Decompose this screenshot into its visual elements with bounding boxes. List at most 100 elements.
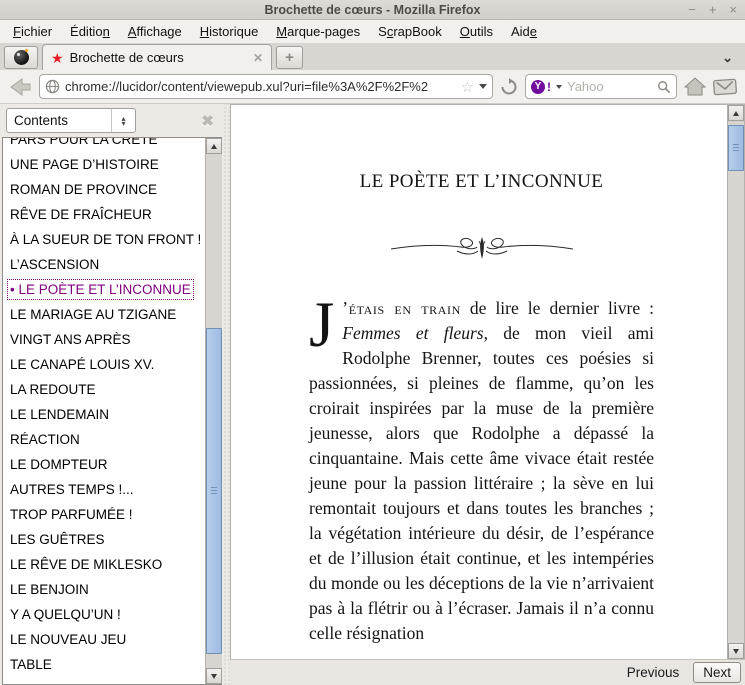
search-icon[interactable] [657, 80, 671, 94]
toc-row: LE BENJOIN [8, 577, 205, 602]
menu-item[interactable]: Historique [191, 21, 268, 42]
maximize-button[interactable]: + [709, 0, 717, 20]
toc-item[interactable]: LE NOUVEAU JEU [8, 630, 128, 649]
search-placeholder[interactable]: Yahoo [567, 79, 652, 94]
mail-notifier-button[interactable] [713, 78, 737, 96]
close-button[interactable]: × [729, 0, 737, 20]
window-title: Brochette de cœurs - Mozilla Firefox [264, 2, 481, 17]
sidebar-scrollbar[interactable] [205, 138, 222, 684]
sidebar-scroll-down-icon[interactable] [206, 668, 222, 684]
new-tab-button[interactable]: + [276, 46, 303, 69]
list-all-tabs-icon[interactable]: ⌄ [722, 50, 741, 66]
paragraph-segment: , de mon vieil ami Rodolphe Brenner, tou… [309, 323, 654, 643]
toc-item[interactable]: Y A QUELQU’UN ! [8, 605, 123, 624]
url-text[interactable]: chrome://lucidor/content/viewepub.xul?ur… [65, 79, 456, 94]
search-engine-dropdown-icon[interactable] [556, 84, 562, 89]
toc-item[interactable]: • LE POÈTE ET L’INCONNUE [7, 279, 194, 300]
toc-item[interactable]: UNE PAGE D’HISTOIRE [8, 155, 161, 174]
tab-bar: ★ Brochette de cœurs ✕ + ⌄ [0, 43, 745, 70]
home-button[interactable] [684, 77, 706, 96]
url-bar[interactable]: chrome://lucidor/content/viewepub.xul?ur… [39, 74, 493, 99]
menu-item[interactable]: Outils [451, 21, 502, 42]
tab-close-icon[interactable]: ✕ [253, 51, 263, 65]
content-scroll-down-icon[interactable] [728, 643, 744, 659]
menu-item[interactable]: ScrapBook [369, 21, 451, 42]
firefox-window: Brochette de cœurs - Mozilla Firefox − +… [0, 0, 745, 685]
url-dropdown-icon[interactable] [479, 84, 487, 89]
toc-list: PARS POUR LA CRÈTE UNE PAGE D’HISTOIRE R… [2, 137, 222, 685]
toc-row: LE RÊVE DE MIKLESKO [8, 552, 205, 577]
content-scrollbar[interactable] [727, 105, 744, 659]
toc-item[interactable]: L’ASCENSION [8, 255, 101, 274]
lead-smallcaps: ’étais en train [342, 298, 461, 318]
globe-icon [45, 79, 60, 94]
toc-row: À LA SUEUR DE TON FRONT ! [8, 227, 205, 252]
content-scrollbar-thumb[interactable] [728, 125, 744, 171]
minimize-button[interactable]: − [688, 0, 696, 20]
toc-item[interactable]: LE DOMPTEUR [8, 455, 110, 474]
menu-item[interactable]: Aide [502, 21, 546, 42]
toc-item[interactable]: ROMAN DE PROVINCE [8, 180, 159, 199]
toc-item[interactable]: TROP PARFUMÉE ! [8, 505, 135, 524]
sidebar-header: Contents ▴ ▾ ✖ [0, 104, 222, 137]
chapter-paragraph: J ’étais en train de lire le dernier livr… [309, 289, 654, 646]
search-bar[interactable]: Y ! Yahoo [525, 74, 677, 99]
toc-row: LE MARIAGE AU TZIGANE [8, 302, 205, 327]
next-button[interactable]: Next [693, 662, 741, 683]
toc-item[interactable]: RÉACTION [8, 430, 82, 449]
reload-button[interactable] [500, 77, 518, 96]
combobox-spinner-icon: ▴ ▾ [111, 109, 135, 132]
app-icon [13, 49, 29, 65]
yahoo-engine-icon[interactable]: Y [531, 79, 545, 94]
dropcap: J [309, 289, 335, 361]
menu-item[interactable]: Édition [61, 21, 119, 42]
contents-selector-value: Contents [14, 113, 69, 128]
menu-bar: Fichier Édition Affichage Historique Mar… [0, 20, 745, 43]
app-icon-button[interactable] [4, 46, 38, 69]
toc-item[interactable]: VINGT ANS APRÈS [8, 330, 133, 349]
toc-item[interactable]: LE RÊVE DE MIKLESKO [8, 555, 164, 574]
toc-item[interactable]: LES GUÊTRES [8, 530, 107, 549]
chapter-title: LE POÈTE ET L’INCONNUE [359, 171, 604, 192]
menu-item[interactable]: Marque-pages [267, 21, 369, 42]
tab-brochette-de-coeurs[interactable]: ★ Brochette de cœurs ✕ [42, 44, 272, 70]
flourish-ornament [309, 229, 654, 270]
toc-item[interactable]: LE CANAPÉ LOUIS XV. [8, 355, 156, 374]
toc-row: TROP PARFUMÉE ! [8, 502, 205, 527]
toc-item[interactable]: LA REDOUTE [8, 380, 98, 399]
bookmark-star-icon[interactable]: ☆ [461, 78, 474, 96]
toc-item[interactable]: À LA SUEUR DE TON FRONT ! [8, 230, 203, 249]
previous-button[interactable]: Previous [623, 662, 684, 683]
toc-row: L’ASCENSION [8, 252, 205, 277]
toc-item[interactable]: RÊVE DE FRAÎCHEUR [8, 205, 154, 224]
content-scroll-up-icon[interactable] [728, 105, 744, 121]
menu-item[interactable]: Affichage [119, 21, 191, 42]
toc-scroll-area: PARS POUR LA CRÈTE UNE PAGE D’HISTOIRE R… [3, 138, 205, 684]
toc-row: LES GUÊTRES [8, 527, 205, 552]
contents-selector[interactable]: Contents ▴ ▾ [6, 108, 136, 133]
title-bar[interactable]: Brochette de cœurs - Mozilla Firefox − +… [0, 0, 745, 20]
book-title-italic: Femmes et fleurs [342, 323, 484, 343]
toc-item[interactable]: LE BENJOIN [8, 580, 91, 599]
toc-item[interactable]: LE MARIAGE AU TZIGANE [8, 305, 178, 324]
toc-item[interactable]: AUTRES TEMPS !... [8, 480, 136, 499]
sidebar-scrollbar-thumb[interactable] [206, 328, 222, 654]
toc-row: RÊVE DE FRAÎCHEUR [8, 202, 205, 227]
yahoo-bang: ! [547, 79, 551, 94]
toc-item[interactable]: TABLE [8, 655, 54, 674]
sidebar-splitter[interactable] [222, 104, 230, 685]
toc-row: PARS POUR LA CRÈTE [8, 138, 205, 152]
toc-row: LE NOUVEAU JEU [8, 627, 205, 652]
toc-item[interactable]: LE LENDEMAIN [8, 405, 111, 424]
sidebar-close-icon[interactable]: ✖ [201, 112, 214, 130]
book-page: LE POÈTE ET L’INCONNUE J ’étais en train… [230, 104, 745, 659]
navigation-toolbar: chrome://lucidor/content/viewepub.xul?ur… [0, 70, 745, 104]
menu-item[interactable]: Fichier [4, 21, 61, 42]
toc-item[interactable]: PARS POUR LA CRÈTE [8, 138, 160, 149]
toc-row: TABLE [8, 652, 205, 677]
pager-bar: Previous Next [230, 659, 745, 685]
toc-row: LE LENDEMAIN [8, 402, 205, 427]
sidebar-scroll-up-icon[interactable] [206, 138, 222, 154]
back-button[interactable] [8, 77, 32, 97]
toc-row: • LE POÈTE ET L’INCONNUE [7, 277, 205, 302]
